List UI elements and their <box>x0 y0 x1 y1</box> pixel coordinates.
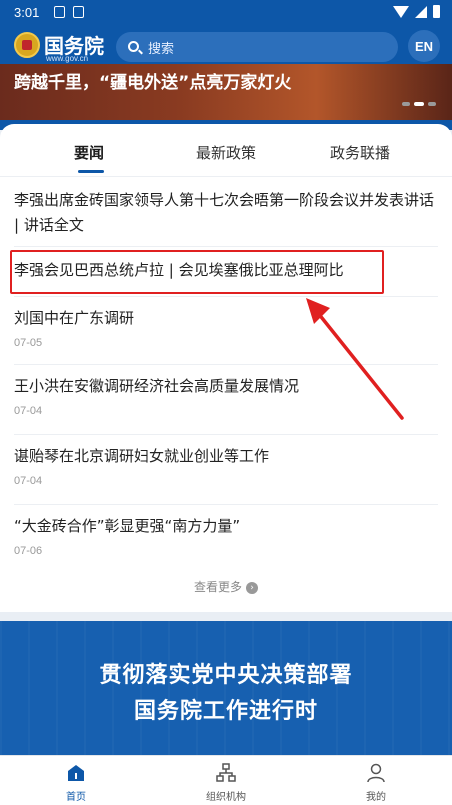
logo-row: 国务院 www.gov.cn 搜索 EN <box>0 28 452 64</box>
chevron-right-icon: › <box>246 581 258 594</box>
home-icon <box>68 765 84 781</box>
divider <box>14 434 438 435</box>
news-title: 李强出席金砖国家领导人第十七次会晤第一阶段会议并发表讲话 | 讲话全文 <box>14 191 435 234</box>
status-time: 3:01 <box>14 5 40 20</box>
news-item[interactable]: 谌贻琴在北京调研妇女就业创业等工作 07-04 <box>14 444 438 487</box>
user-icon <box>367 763 385 783</box>
search-placeholder: 搜索 <box>148 42 175 57</box>
view-more-label: 查看更多 <box>193 580 242 594</box>
nav-home[interactable]: 首页 <box>26 762 126 803</box>
news-title: “大金砖合作”彰显更强“南方力量” <box>14 517 241 535</box>
news-date: 07-04 <box>14 475 43 487</box>
shield-icon <box>54 6 65 18</box>
logo-subtitle: www.gov.cn <box>46 54 89 63</box>
promo-title-line1: 贯彻落实党中央决策部署 <box>99 663 353 688</box>
top-header: 3:01 国务院 www.gov.cn 搜索 EN 跨越千里，“疆电外送”点亮万… <box>0 0 452 130</box>
nav-home-label: 首页 <box>66 792 86 803</box>
english-button[interactable]: EN <box>408 30 440 62</box>
carousel-dot-active <box>414 102 424 106</box>
active-tab-indicator <box>78 170 104 173</box>
carousel-dot <box>428 102 436 106</box>
divider <box>14 504 438 505</box>
tab-gov-broadcast[interactable]: 政务联播 <box>330 142 390 163</box>
status-bar: 3:01 <box>0 0 452 26</box>
nav-profile-label: 我的 <box>366 792 386 803</box>
signal-icon <box>415 5 427 18</box>
nav-organizations[interactable]: 组织机构 <box>176 762 276 803</box>
promo-banner[interactable]: 贯彻落实党中央决策部署 国务院工作进行时 <box>0 621 452 755</box>
news-item[interactable]: “大金砖合作”彰显更强“南方力量” 07-06 <box>14 514 438 557</box>
tabs-divider <box>0 176 452 177</box>
news-date: 07-06 <box>14 545 43 557</box>
search-icon <box>128 41 139 52</box>
annotation-highlight-box <box>10 250 384 294</box>
news-tabs: 要闻 最新政策 政务联播 <box>0 142 452 178</box>
promo-title-line2: 国务院工作进行时 <box>133 699 318 724</box>
tab-latest-policy[interactable]: 最新政策 <box>196 142 256 163</box>
nav-organizations-label: 组织机构 <box>206 792 246 803</box>
view-more-link[interactable]: 查看更多 › <box>0 578 452 595</box>
nav-profile[interactable]: 我的 <box>326 762 426 803</box>
carousel-dot <box>402 102 410 106</box>
search-bar[interactable]: 搜索 <box>116 32 398 62</box>
tab-headlines[interactable]: 要闻 <box>74 142 104 163</box>
status-right <box>393 5 440 18</box>
top-banner[interactable]: 跨越千里，“疆电外送”点亮万家灯火 <box>0 64 452 120</box>
annotation-arrow <box>306 298 404 420</box>
news-title: 谌贻琴在北京调研妇女就业创业等工作 <box>14 447 270 465</box>
bottom-navigation: 首页 组织机构 我的 <box>0 755 452 805</box>
battery-icon <box>433 5 440 18</box>
carousel-dots <box>402 102 436 106</box>
banner-title: 跨越千里，“疆电外送”点亮万家灯火 <box>14 73 292 93</box>
divider <box>14 246 438 247</box>
wifi-icon <box>393 5 409 18</box>
font-icon <box>73 6 84 18</box>
national-emblem-icon <box>14 32 40 58</box>
org-chart-icon <box>216 763 236 782</box>
status-notification-icons <box>54 6 84 18</box>
news-item[interactable]: 李强出席金砖国家领导人第十七次会晤第一阶段会议并发表讲话 | 讲话全文 <box>14 188 438 238</box>
